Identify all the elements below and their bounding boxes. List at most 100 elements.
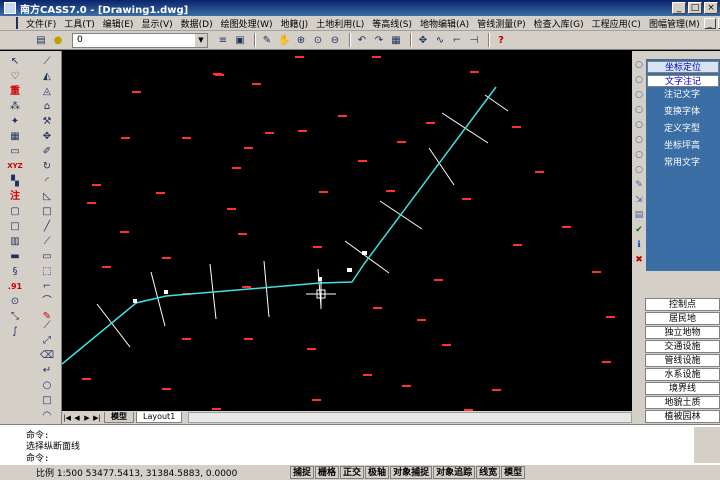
roof-icon[interactable]: ⌂ bbox=[39, 100, 55, 113]
dotrect-icon[interactable]: ⬚ bbox=[39, 265, 55, 278]
ortho-toggle[interactable]: 正交 bbox=[340, 466, 365, 479]
triangle-icon[interactable]: ◭ bbox=[39, 70, 55, 83]
menu-sheet[interactable]: 图幅管理(M) bbox=[645, 17, 704, 30]
command-scrollbar[interactable] bbox=[694, 427, 720, 463]
help-icon[interactable]: ? bbox=[494, 33, 508, 47]
mark-icon[interactable]: ♡ bbox=[7, 70, 23, 83]
layers-icon[interactable]: ▤ bbox=[34, 33, 48, 47]
snap-toggle[interactable]: 捕捉 bbox=[290, 466, 315, 479]
menu-check[interactable]: 检查入库(G) bbox=[530, 17, 588, 30]
drawing-canvas[interactable] bbox=[62, 51, 632, 411]
arc-icon[interactable]: ◠ bbox=[39, 409, 55, 422]
line-icon[interactable]: ⟋ bbox=[39, 55, 55, 68]
tab-next-icon[interactable]: ▶ bbox=[82, 413, 92, 423]
redo-text-icon[interactable]: 重 bbox=[7, 85, 23, 98]
zoom-icon[interactable]: ○ bbox=[633, 119, 645, 131]
square-icon[interactable]: □ bbox=[39, 205, 55, 218]
extend-icon[interactable]: ⊣ bbox=[467, 33, 481, 47]
category-button[interactable]: 地貌土质 bbox=[645, 396, 720, 409]
menu-feature-edit[interactable]: 地物编辑(A) bbox=[416, 17, 473, 30]
zoom-icon[interactable]: ○ bbox=[633, 149, 645, 161]
tool-icon[interactable]: ⚒ bbox=[39, 115, 55, 128]
pan-icon[interactable]: ✋ bbox=[277, 33, 291, 47]
tab-prev-icon[interactable]: ◀ bbox=[72, 413, 82, 423]
hatch-icon[interactable]: ▥ bbox=[7, 235, 23, 248]
text-annotation-button[interactable]: 文字注记 bbox=[647, 75, 719, 87]
pencil-icon[interactable]: ✐ bbox=[39, 145, 55, 158]
corner-icon[interactable]: ◺ bbox=[39, 190, 55, 203]
tab-layout1[interactable]: Layout1 bbox=[136, 412, 183, 423]
category-button[interactable]: 水系设施 bbox=[645, 368, 720, 381]
info-icon[interactable]: ℹ bbox=[633, 239, 645, 251]
rotate-icon[interactable]: ↻ bbox=[39, 160, 55, 173]
doc-minimize-button[interactable]: _ bbox=[703, 17, 716, 29]
text-item[interactable]: 定义字型 bbox=[646, 121, 720, 138]
move-icon[interactable]: ✥ bbox=[39, 130, 55, 143]
menu-cadastre[interactable]: 地籍(J) bbox=[277, 17, 313, 30]
polyline-icon[interactable]: ╱ bbox=[39, 220, 55, 233]
maximize-button[interactable]: □ bbox=[688, 2, 702, 14]
zoom-icon[interactable]: ○ bbox=[633, 89, 645, 101]
zoom-icon[interactable]: ○ bbox=[633, 59, 645, 71]
gear-icon[interactable]: ✦ bbox=[7, 115, 23, 128]
line-icon[interactable]: ⟋ bbox=[39, 319, 55, 332]
coordinate-locate-button[interactable]: 坐标定位 bbox=[647, 61, 719, 73]
category-button[interactable]: 控制点 bbox=[645, 298, 720, 311]
circle-target-icon[interactable]: ⊙ bbox=[7, 295, 23, 308]
arc-icon[interactable]: ◜ bbox=[39, 175, 55, 188]
category-button[interactable]: 管线设施 bbox=[645, 354, 720, 367]
link-icon[interactable]: ∿ bbox=[433, 33, 447, 47]
mosaic-icon[interactable]: ▚ bbox=[7, 175, 23, 188]
zoom-window-icon[interactable]: ⊙ bbox=[311, 33, 325, 47]
pick-icon[interactable]: ✥ bbox=[416, 33, 430, 47]
xyz-icon[interactable]: XYZ bbox=[7, 160, 23, 173]
table-icon[interactable]: ▭ bbox=[7, 145, 23, 158]
category-button[interactable]: 植被园林 bbox=[645, 410, 720, 423]
polar-toggle[interactable]: 极轴 bbox=[365, 466, 390, 479]
menu-engineering[interactable]: 工程应用(C) bbox=[588, 17, 645, 30]
zoom-icon[interactable]: ○ bbox=[633, 164, 645, 176]
menu-data[interactable]: 数据(D) bbox=[177, 17, 217, 30]
page-icon[interactable]: ▢ bbox=[7, 205, 23, 218]
note-text-icon[interactable]: 注 bbox=[7, 190, 23, 203]
command-prompt[interactable]: 命令: bbox=[26, 451, 49, 464]
special-icon[interactable]: § bbox=[7, 265, 23, 278]
eraser-icon[interactable]: ⌫ bbox=[39, 349, 55, 362]
ruler-icon[interactable]: ▬ bbox=[7, 250, 23, 263]
spline-icon[interactable]: ∫ bbox=[7, 325, 23, 338]
zoom-icon[interactable]: ○ bbox=[633, 104, 645, 116]
category-button[interactable]: 境界线 bbox=[645, 382, 720, 395]
section-line[interactable] bbox=[96, 303, 131, 348]
pointer-icon[interactable]: ↖ bbox=[7, 55, 23, 68]
menu-drawing[interactable]: 绘图处理(W) bbox=[217, 17, 277, 30]
menu-tools[interactable]: 工具(T) bbox=[60, 17, 99, 30]
zoom-previous-icon[interactable]: ⊖ bbox=[328, 33, 342, 47]
category-button[interactable]: 居民地 bbox=[645, 312, 720, 325]
text-item[interactable]: 注记文字 bbox=[646, 87, 720, 104]
category-button[interactable]: 独立地物 bbox=[645, 326, 720, 339]
curve-line-icon[interactable]: ⤢ bbox=[39, 334, 55, 347]
curve-icon[interactable]: ⌒ bbox=[39, 295, 55, 308]
circle-icon[interactable]: ○ bbox=[39, 379, 55, 392]
grid-toggle[interactable]: 栅格 bbox=[315, 466, 340, 479]
text-item[interactable]: 坐标坪高 bbox=[646, 138, 720, 155]
otrack-toggle[interactable]: 对象追踪 bbox=[433, 466, 476, 479]
redo-icon[interactable]: ↷ bbox=[372, 33, 386, 47]
coord-icon[interactable]: ⌐ bbox=[39, 280, 55, 293]
horizontal-scrollbar[interactable] bbox=[188, 412, 632, 423]
section-line[interactable] bbox=[263, 260, 270, 318]
menu-contour[interactable]: 等高线(S) bbox=[368, 17, 416, 30]
tab-model[interactable]: 模型 bbox=[104, 412, 134, 423]
text-item[interactable]: 变换字体 bbox=[646, 104, 720, 121]
slash-icon[interactable]: ⟋ bbox=[39, 235, 55, 248]
menu-view[interactable]: 显示(V) bbox=[137, 17, 176, 30]
category-button[interactable]: 交通设施 bbox=[645, 340, 720, 353]
list-icon[interactable]: ≡ bbox=[216, 33, 230, 47]
check-icon[interactable]: ✔ bbox=[633, 224, 645, 236]
menu-landuse[interactable]: 土地利用(L) bbox=[312, 17, 368, 30]
break-icon[interactable]: ⌐ bbox=[450, 33, 464, 47]
grid-icon[interactable]: ▦ bbox=[389, 33, 403, 47]
dash-icon[interactable]: ▭ bbox=[39, 250, 55, 263]
elevation-icon[interactable]: .91 bbox=[7, 280, 23, 293]
tab-first-icon[interactable]: |◀ bbox=[62, 413, 72, 423]
